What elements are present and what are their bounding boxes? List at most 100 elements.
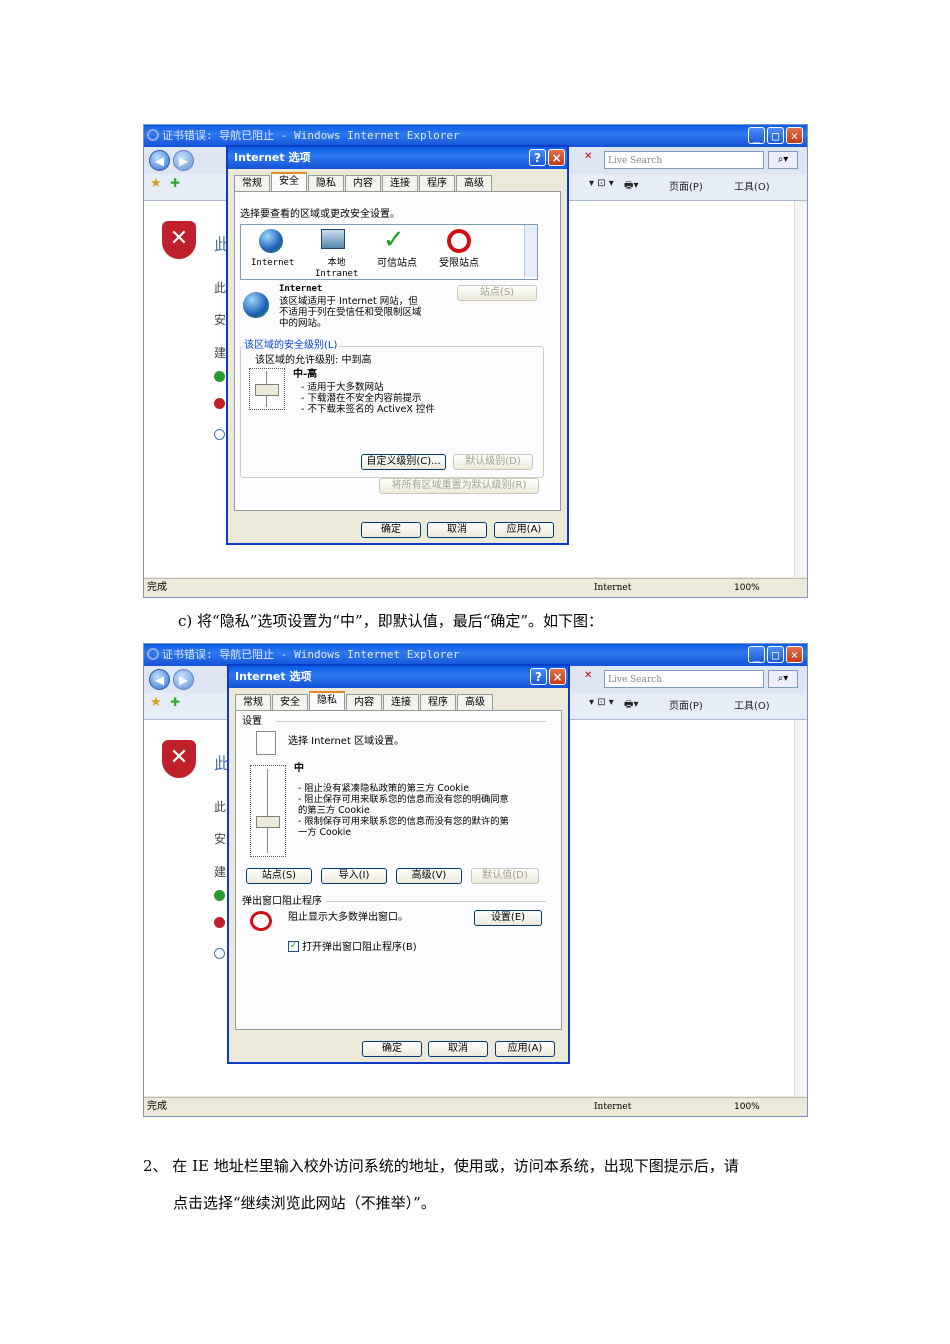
zone-restricted[interactable]: 受限站点	[439, 258, 479, 269]
zone-name: Internet	[279, 284, 323, 294]
security-slider-thumb[interactable]	[255, 384, 279, 396]
tab-general[interactable]: 常规	[234, 175, 270, 191]
security-level-label: 该区域的安全级别(L)	[242, 340, 340, 351]
ie-window-title: 证书错误: 导航已阻止 - Windows Internet Explorer	[162, 129, 460, 142]
zone-intranet[interactable]: 本地 Intranet	[315, 258, 358, 280]
status-text: 完成	[147, 1101, 167, 1112]
advanced-button[interactable]: 高级(V)	[396, 868, 462, 884]
privacy-slider-thumb[interactable]	[256, 816, 280, 828]
search-input[interactable]: Live Search	[604, 151, 764, 169]
more-info-icon	[214, 429, 225, 440]
tab-connections[interactable]: 连接	[383, 694, 419, 710]
status-zoom[interactable]: 100%	[734, 579, 760, 597]
close-icon[interactable]: ×	[786, 646, 803, 663]
privacy-document-icon	[256, 731, 276, 755]
feeds-icon[interactable]: ▾ ⊡ ▾	[589, 178, 614, 189]
internet-globe-icon[interactable]	[259, 229, 283, 253]
feeds-icon[interactable]: ▾ ⊡ ▾	[589, 697, 614, 708]
default-button[interactable]: 默认值(D)	[471, 868, 539, 884]
popup-settings-button[interactable]: 设置(E)	[474, 910, 542, 926]
ok-button[interactable]: 确定	[362, 1041, 422, 1057]
maximize-icon[interactable]: □	[767, 127, 784, 144]
stop-icon[interactable]: ✕	[584, 670, 592, 681]
add-favorites-icon[interactable]: ✚	[170, 695, 180, 709]
dialog-close-icon[interactable]: ×	[548, 149, 565, 166]
tab-advanced[interactable]: 高级	[457, 694, 493, 710]
close-icon[interactable]: ×	[786, 127, 803, 144]
tab-content[interactable]: 内容	[346, 694, 382, 710]
dialog-close-icon[interactable]: ×	[549, 668, 566, 685]
dialog-tabs: 常规 安全 隐私 内容 连接 程序 高级	[234, 172, 493, 192]
text-partial-1: 此	[214, 800, 227, 814]
tab-advanced[interactable]: 高级	[456, 175, 492, 191]
trusted-check-icon[interactable]: ✓	[383, 225, 405, 255]
favorites-star-icon[interactable]: ★	[150, 695, 162, 710]
page-menu[interactable]: 页面(P)	[669, 697, 703, 712]
print-icon[interactable]: 🖶▾	[624, 697, 638, 714]
help-icon[interactable]: ?	[529, 149, 546, 166]
cancel-button[interactable]: 取消	[428, 1041, 488, 1057]
text-partial-1: 此	[214, 281, 227, 295]
zone-internet[interactable]: Internet	[251, 258, 294, 269]
ok-button[interactable]: 确定	[361, 522, 421, 538]
tools-menu[interactable]: 工具(O)	[734, 697, 770, 712]
vertical-scrollbar[interactable]	[794, 201, 807, 577]
search-icon[interactable]: ⌕▾	[768, 670, 798, 688]
add-favorites-icon[interactable]: ✚	[170, 176, 180, 190]
forward-icon[interactable]: ▶	[173, 150, 194, 171]
allowed-levels: 该区域的允许级别: 中到高	[255, 355, 372, 366]
zone-list[interactable]: Internet 本地 Intranet ✓ 可信站点 受限站点	[240, 224, 538, 280]
page-menu[interactable]: 页面(P)	[669, 178, 703, 193]
print-icon[interactable]: 🖶▾	[624, 178, 638, 195]
search-icon[interactable]: ⌕▾	[768, 151, 798, 169]
tab-security[interactable]: 安全	[271, 172, 307, 192]
tab-content[interactable]: 内容	[345, 175, 381, 191]
popup-checkbox[interactable]: ✓	[288, 941, 299, 952]
search-input[interactable]: Live Search	[604, 670, 764, 688]
minimize-icon[interactable]: _	[748, 127, 765, 144]
ie-logo-icon	[147, 648, 159, 660]
tab-general[interactable]: 常规	[235, 694, 271, 710]
custom-level-button[interactable]: 自定义级别(C)...	[361, 454, 446, 470]
close-shield-icon	[214, 917, 225, 928]
restricted-icon[interactable]	[447, 229, 471, 253]
back-icon[interactable]: ◀	[149, 669, 170, 690]
vertical-scrollbar[interactable]	[794, 720, 807, 1096]
zone-trusted[interactable]: 可信站点	[377, 258, 417, 269]
favorites-star-icon[interactable]: ★	[150, 176, 162, 191]
status-zoom[interactable]: 100%	[734, 1098, 760, 1116]
sites-button[interactable]: 站点(S)	[457, 285, 537, 301]
reset-all-zones-button[interactable]: 将所有区域重置为默认级别(R)	[379, 478, 539, 494]
tab-connections[interactable]: 连接	[382, 175, 418, 191]
intranet-computer-icon[interactable]	[321, 229, 345, 249]
zone-instruction: 选择要查看的区域或更改安全设置。	[240, 209, 400, 220]
continue-shield-icon	[214, 890, 225, 901]
tab-programs[interactable]: 程序	[420, 694, 456, 710]
privacy-slider[interactable]	[250, 765, 286, 857]
tab-programs[interactable]: 程序	[419, 175, 455, 191]
apply-button[interactable]: 应用(A)	[495, 1041, 555, 1057]
cancel-button[interactable]: 取消	[427, 522, 487, 538]
settings-instruction: 选择 Internet 区域设置。	[288, 736, 405, 747]
zone-list-scrollbar[interactable]	[524, 225, 537, 277]
import-button[interactable]: 导入(I)	[321, 868, 387, 884]
popup-description: 阻止显示大多数弹出窗口。	[288, 912, 408, 923]
stop-icon[interactable]: ✕	[584, 151, 592, 162]
tab-privacy[interactable]: 隐私	[309, 691, 345, 711]
default-level-button[interactable]: 默认级别(D)	[453, 454, 533, 470]
minimize-icon[interactable]: _	[748, 646, 765, 663]
forward-icon[interactable]: ▶	[173, 669, 194, 690]
zone-globe-icon	[243, 292, 269, 318]
tools-menu[interactable]: 工具(O)	[734, 178, 770, 193]
popup-checkbox-label[interactable]: 打开弹出窗口阻止程序(B)	[302, 942, 417, 953]
tab-security[interactable]: 安全	[272, 694, 308, 710]
back-icon[interactable]: ◀	[149, 150, 170, 171]
ie-logo-icon	[147, 129, 159, 141]
security-slider[interactable]	[249, 368, 285, 410]
step-2-line-2: 点击选择“继续浏览此网站（不推举）”。	[173, 1194, 436, 1212]
sites-button[interactable]: 站点(S)	[246, 868, 312, 884]
tab-privacy[interactable]: 隐私	[308, 175, 344, 191]
maximize-icon[interactable]: □	[767, 646, 784, 663]
apply-button[interactable]: 应用(A)	[494, 522, 554, 538]
help-icon[interactable]: ?	[530, 668, 547, 685]
